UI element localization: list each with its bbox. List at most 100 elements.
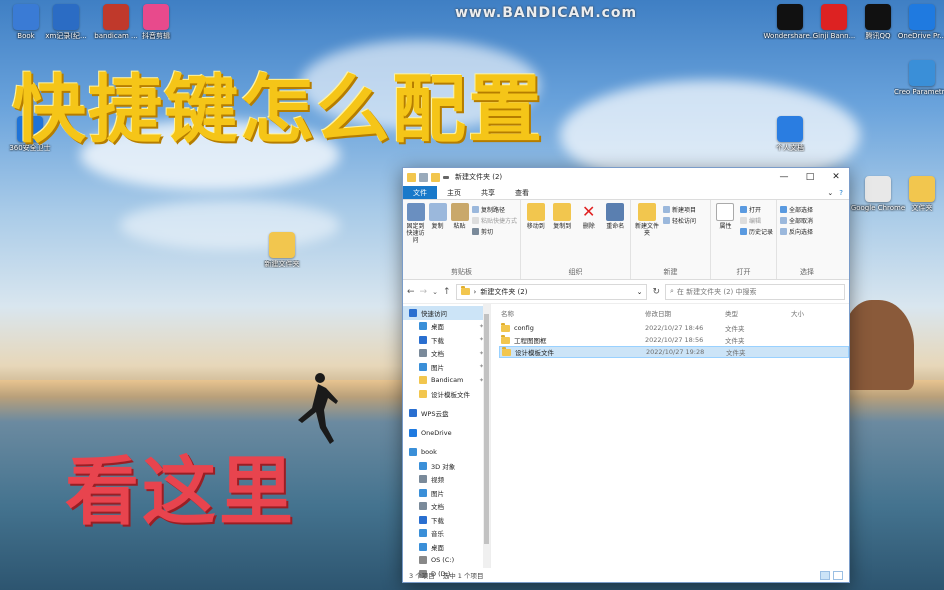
- nav-item[interactable]: 快速访问: [403, 306, 490, 320]
- invert-selection-button[interactable]: 反向选择: [780, 227, 813, 236]
- nav-item[interactable]: 音乐: [403, 527, 490, 541]
- large-icons-view-icon[interactable]: [833, 570, 843, 580]
- item-count: 3 个项目: [409, 572, 435, 580]
- nav-item-label: 视频: [431, 476, 444, 485]
- desktop-icon[interactable]: xm记录(纪...: [40, 4, 92, 40]
- nav-item-label: Bandicam: [431, 376, 464, 385]
- file-type: 文件夹: [726, 349, 746, 357]
- nav-scrollbar[interactable]: [483, 304, 490, 568]
- nav-item[interactable]: OneDrive: [403, 426, 490, 440]
- help-icon[interactable]: ?: [839, 189, 843, 197]
- open-button[interactable]: 打开: [739, 205, 773, 214]
- nav-item[interactable]: book: [403, 446, 490, 460]
- nav-item[interactable]: 图片 ✦: [403, 360, 490, 374]
- copy-path-button[interactable]: 复制路径: [472, 205, 517, 214]
- nav-item[interactable]: 下载 ✦: [403, 333, 490, 347]
- tab-home[interactable]: 主页: [437, 186, 471, 199]
- forward-arrow-icon[interactable]: →: [420, 287, 428, 297]
- folder-icon: [501, 334, 510, 344]
- nav-item[interactable]: Bandicam ✦: [403, 374, 490, 388]
- chevron-down-icon[interactable]: ⌄: [432, 288, 438, 296]
- save-icon[interactable]: [419, 172, 428, 182]
- column-date[interactable]: 修改日期: [645, 308, 725, 318]
- organize-group-label: 组织: [568, 268, 583, 276]
- open-group-label: 打开: [736, 268, 751, 276]
- nav-item[interactable]: 文档: [403, 500, 490, 514]
- desktop-icon[interactable]: 个人文档: [764, 116, 816, 152]
- new-group-label: 新建: [663, 268, 678, 276]
- nav-item[interactable]: 文档 ✦: [403, 347, 490, 361]
- overlay-title: 快捷键怎么配置: [12, 67, 544, 153]
- cut-button[interactable]: 剪切: [472, 227, 517, 236]
- desktop-icon-label: Creo Parametr...: [894, 88, 944, 96]
- nav-item[interactable]: 图片: [403, 486, 490, 500]
- chevron-down-icon[interactable]: [443, 175, 449, 179]
- desktop-icon[interactable]: Creo Parametr...: [894, 60, 944, 96]
- close-button[interactable]: ✕: [823, 168, 849, 186]
- desktop-icon[interactable]: 抖音剪辑: [130, 4, 182, 40]
- file-row[interactable]: 设计模板文件 2022/10/27 19:28 文件夹: [499, 346, 849, 358]
- new-item-button[interactable]: 新建项目: [663, 205, 696, 214]
- search-placeholder: 在 新建文件夹 (2) 中搜索: [676, 287, 757, 296]
- overlay-look-here: 看这里: [65, 449, 296, 535]
- desktop-icon[interactable]: 新建文件夹: [256, 232, 308, 268]
- file-name: config: [514, 324, 534, 332]
- desktop-icon[interactable]: 文件夹: [896, 176, 944, 212]
- column-type[interactable]: 类型: [725, 308, 791, 318]
- history-button[interactable]: 历史记录: [739, 227, 773, 236]
- nav-item[interactable]: 下载: [403, 513, 490, 527]
- edit-button[interactable]: 编辑: [739, 216, 773, 225]
- column-size[interactable]: 大小: [791, 308, 831, 318]
- maximize-button[interactable]: □: [797, 168, 823, 186]
- nav-item-label: 桌面: [431, 323, 444, 332]
- chevron-down-icon[interactable]: ⌄: [827, 189, 833, 197]
- nav-item[interactable]: 视频: [403, 473, 490, 487]
- breadcrumb[interactable]: 新建文件夹 (2): [480, 287, 527, 297]
- select-none-button[interactable]: 全部取消: [780, 216, 813, 225]
- nav-item[interactable]: 3D 对象: [403, 459, 490, 473]
- nav-item[interactable]: 设计模板文件: [403, 387, 490, 401]
- file-date: 2022/10/27 18:56: [645, 336, 704, 344]
- nav-item-label: 文档: [431, 503, 444, 512]
- ribbon: 固定到快速访问 复制 粘贴 复制路径 粘贴快捷方式 剪切 剪贴板 移动到 复制到…: [403, 200, 849, 280]
- nav-item-icon: [419, 349, 427, 358]
- address-bar[interactable]: › 新建文件夹 (2) ⌄: [455, 283, 648, 300]
- tab-file[interactable]: 文件: [403, 186, 437, 199]
- pin-icon: [406, 203, 425, 221]
- search-input[interactable]: ⌕ 在 新建文件夹 (2) 中搜索: [665, 283, 845, 300]
- tab-share[interactable]: 共享: [471, 186, 505, 199]
- refresh-icon[interactable]: ↻: [652, 287, 660, 297]
- nav-item[interactable]: 桌面 ✦: [403, 320, 490, 334]
- title-bar: 新建文件夹 (2) — □ ✕: [403, 168, 849, 186]
- nav-item-icon: [409, 448, 417, 457]
- tab-view[interactable]: 查看: [505, 186, 539, 199]
- up-arrow-icon[interactable]: ↑: [443, 287, 451, 297]
- column-name[interactable]: 名称: [499, 308, 645, 318]
- easy-access-button[interactable]: 轻松访问: [663, 216, 696, 225]
- app-icon: [53, 4, 79, 30]
- nav-item[interactable]: WPS云盘: [403, 407, 490, 421]
- folder-icon: [502, 346, 511, 356]
- back-arrow-icon[interactable]: ←: [407, 287, 415, 297]
- nav-item[interactable]: OS (C:): [403, 554, 490, 568]
- nav-item-label: 设计模板文件: [431, 390, 470, 399]
- new-folder-icon[interactable]: [431, 172, 440, 182]
- file-row[interactable]: config 2022/10/27 18:46 文件夹: [499, 322, 849, 334]
- nav-item-label: 图片: [431, 489, 444, 498]
- file-row[interactable]: 工程图图框 2022/10/27 18:56 文件夹: [499, 334, 849, 346]
- desktop-icon[interactable]: OneDrive Pr...: [896, 4, 944, 40]
- details-view-icon[interactable]: [820, 570, 830, 580]
- select-all-button[interactable]: 全部选择: [780, 205, 813, 214]
- file-date: 2022/10/27 18:46: [645, 324, 704, 332]
- file-list: 名称 修改日期 类型 大小 config 2022/10/27 18:46 文件夹 工…: [491, 304, 849, 568]
- minimize-button[interactable]: —: [771, 168, 797, 186]
- chevron-down-icon[interactable]: ⌄: [637, 288, 643, 296]
- folder-icon: [407, 172, 416, 182]
- clipboard-group-label: 剪贴板: [451, 268, 472, 276]
- invert-selection-icon: [780, 228, 787, 235]
- scroll-thumb[interactable]: [484, 314, 489, 544]
- easy-access-icon: [663, 217, 670, 224]
- nav-item[interactable]: 桌面: [403, 540, 490, 554]
- paste-shortcut-button[interactable]: 粘贴快捷方式: [472, 216, 517, 225]
- file-name: 工程图图框: [514, 337, 547, 345]
